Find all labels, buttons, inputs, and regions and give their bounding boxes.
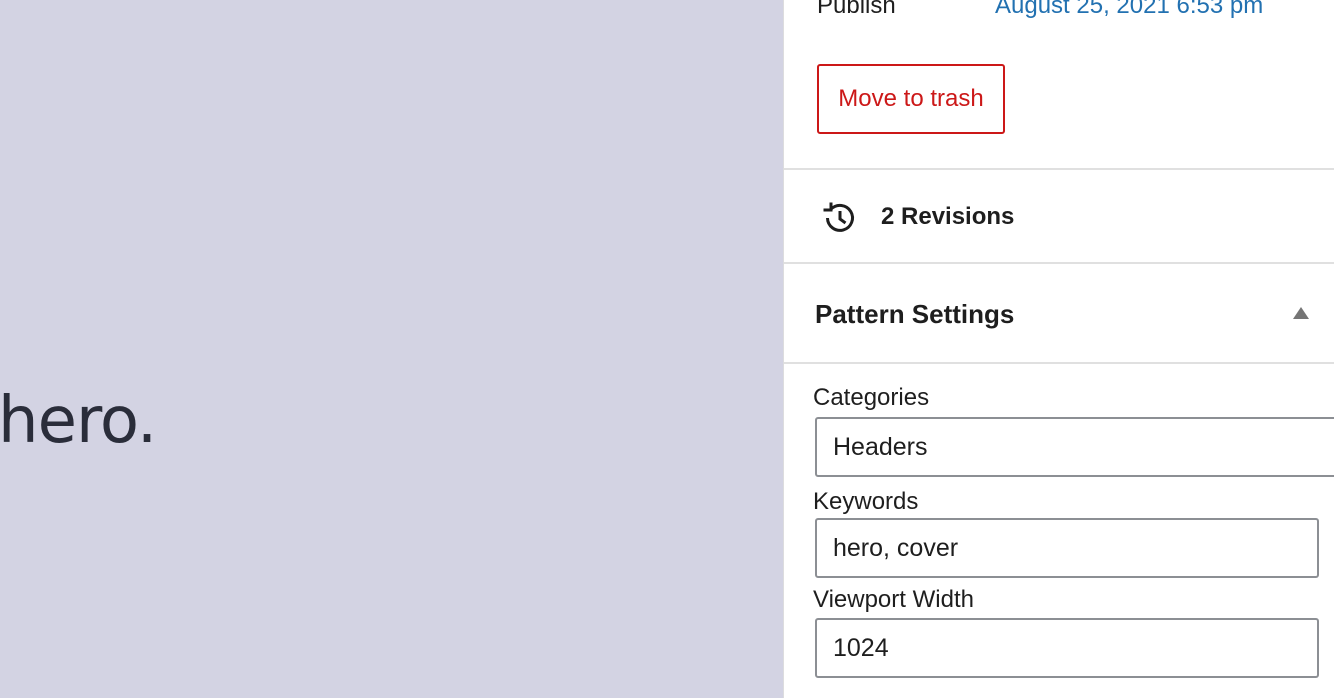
viewport-width-label: Viewport Width <box>813 586 974 613</box>
publish-row: Publish August 25, 2021 6:53 pm <box>817 0 1334 26</box>
pattern-settings-panel-toggle[interactable]: Pattern Settings <box>784 264 1334 362</box>
settings-sidebar: Publish August 25, 2021 6:53 pm Move to … <box>783 0 1334 698</box>
publish-date-link[interactable]: August 25, 2021 6:53 pm <box>995 0 1263 26</box>
editor-canvas[interactable]: hero. <box>0 0 783 698</box>
viewport-width-input[interactable] <box>815 618 1319 678</box>
revisions-label: 2 Revisions <box>881 203 1015 230</box>
divider <box>784 168 1334 170</box>
move-to-trash-button[interactable]: Move to trash <box>817 64 1005 134</box>
categories-input[interactable] <box>815 417 1334 477</box>
revisions-link[interactable]: 2 Revisions <box>784 171 1334 263</box>
caret-up-icon <box>1293 307 1309 319</box>
publish-label: Publish <box>817 0 896 19</box>
divider <box>784 362 1334 364</box>
canvas-heading-text[interactable]: hero. <box>0 376 157 466</box>
keywords-label: Keywords <box>813 488 919 515</box>
categories-label: Categories <box>813 384 930 411</box>
keywords-input[interactable] <box>815 518 1319 578</box>
pattern-settings-title: Pattern Settings <box>815 299 1015 329</box>
history-icon <box>823 202 854 232</box>
